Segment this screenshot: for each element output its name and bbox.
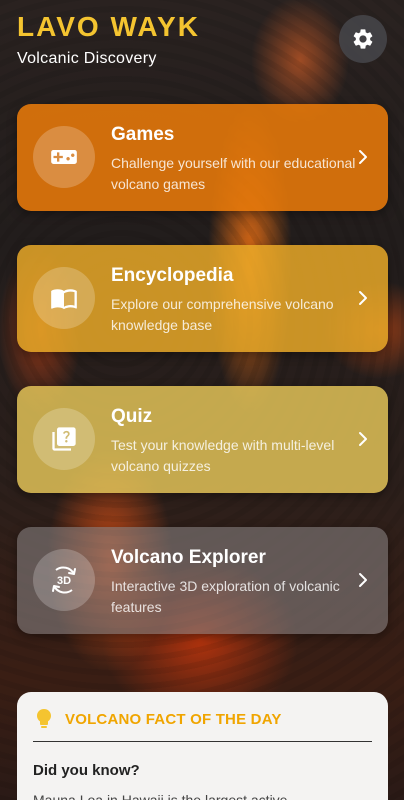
home-screen: LAVO WAYK Volcanic Discovery Games Chall… [0, 0, 404, 800]
volcano-explorer-card[interactable]: 3D Volcano Explorer Interactive 3D explo… [17, 527, 388, 634]
games-icon-circle [33, 126, 95, 188]
lightbulb-icon [37, 709, 51, 728]
svg-text:3D: 3D [57, 575, 71, 587]
encyclopedia-title: Encyclopedia [111, 265, 234, 286]
fact-header: VOLCANO FACT OF THE DAY [35, 708, 282, 730]
quiz-description: Test your knowledge with multi-level vol… [111, 437, 335, 474]
quiz-icon-circle [33, 408, 95, 470]
gear-icon [353, 29, 373, 49]
chevron-right-icon [359, 573, 367, 587]
chevron-right-icon [359, 150, 367, 164]
fact-of-the-day-card: VOLCANO FACT OF THE DAY Did you know? Ma… [17, 692, 388, 800]
games-title: Games [111, 124, 175, 145]
fact-title: VOLCANO FACT OF THE DAY [65, 710, 282, 728]
encyclopedia-card[interactable]: Encyclopedia Explore our comprehensive v… [17, 245, 388, 352]
encyclopedia-icon-circle [33, 267, 95, 329]
settings-button[interactable] [339, 15, 387, 63]
quiz-card[interactable]: Quiz Test your knowledge with multi-leve… [17, 386, 388, 493]
fact-question: Did you know? [33, 762, 140, 779]
app-subtitle: Volcanic Discovery [17, 50, 157, 67]
encyclopedia-description: Explore our comprehensive volcano knowle… [111, 296, 334, 333]
explorer-title: Volcano Explorer [111, 547, 266, 568]
explorer-icon-circle: 3D [33, 549, 95, 611]
app-header: LAVO WAYK Volcanic Discovery [17, 10, 200, 68]
games-description: Challenge yourself with our educational … [111, 155, 356, 192]
divider [33, 741, 372, 742]
app-title: LAVO WAYK [17, 11, 200, 42]
games-card[interactable]: Games Challenge yourself with our educat… [17, 104, 388, 211]
book-icon [51, 289, 77, 310]
3d-rotation-icon: 3D [52, 566, 76, 594]
chevron-right-icon [359, 432, 367, 446]
fact-body: Mauna Loa in Hawaii is the largest activ… [33, 792, 288, 800]
quiz-icon [52, 427, 76, 451]
quiz-title: Quiz [111, 406, 153, 427]
explorer-description: Interactive 3D exploration of volcanic f… [111, 578, 340, 615]
gamepad-icon [51, 150, 77, 164]
chevron-right-icon [359, 291, 367, 305]
